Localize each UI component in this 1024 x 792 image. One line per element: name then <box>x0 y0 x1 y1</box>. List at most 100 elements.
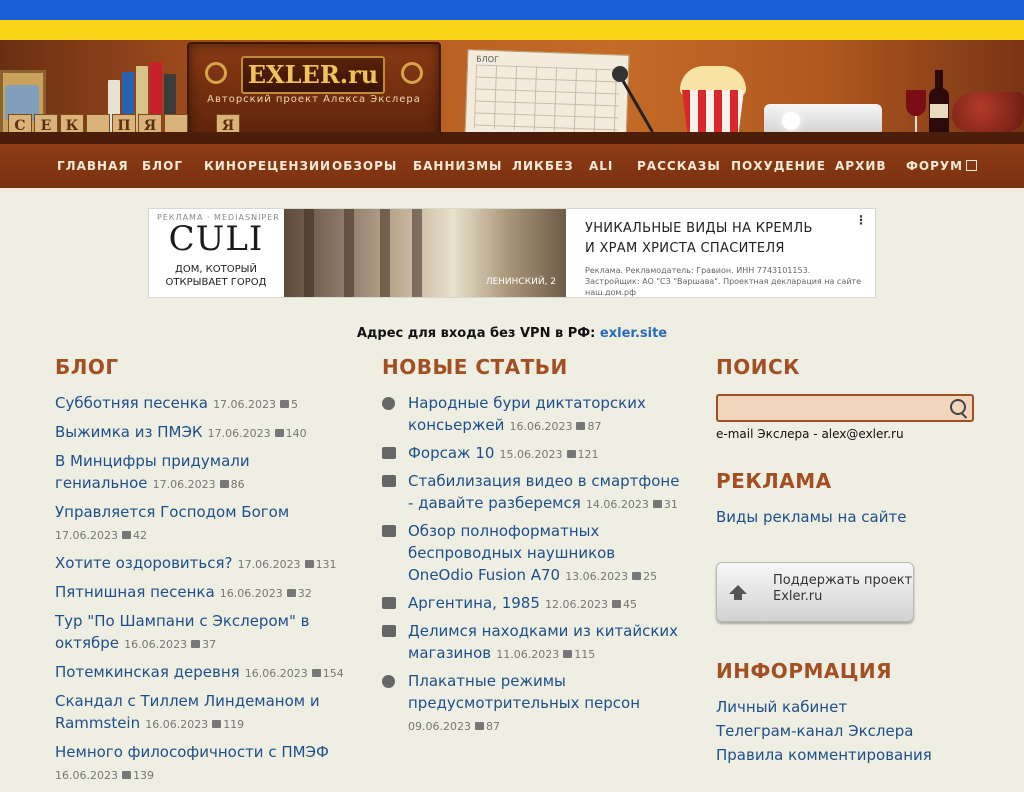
nav-item-weight-loss[interactable]: ПОХУДЕНИЕ <box>731 159 826 173</box>
blog-item-link[interactable]: Хотите оздоровиться? <box>55 554 232 572</box>
blog-item-link[interactable]: Немного философичности с ПМЭФ <box>55 743 329 761</box>
blog-item-comments[interactable]: 86 <box>231 478 245 491</box>
comment-icon <box>274 429 284 437</box>
ad-slogan-line: ОТКРЫВАЕТ ГОРОД <box>165 277 267 288</box>
comment-icon <box>632 572 642 580</box>
blog-item-comments[interactable]: 154 <box>323 667 344 680</box>
nav-item-likbez[interactable]: ЛИКБЕЗ <box>512 159 574 173</box>
blog-title: БЛОГ <box>55 355 119 379</box>
nav-item-stories[interactable]: РАССКАЗЫ <box>637 159 721 173</box>
blog-item-comments[interactable]: 37 <box>202 638 216 651</box>
nav-item-forum-wrap[interactable]: ФОРУМ <box>906 159 978 173</box>
blog-item-meta: 17.06.2023 42 <box>55 529 147 542</box>
blog-item-link[interactable]: Управляется Господом Богом <box>55 503 289 521</box>
ring-icon <box>205 62 227 84</box>
blog-item-date: 17.06.2023 <box>152 478 216 491</box>
news-item-link[interactable]: Плакатные режимы предусмотрительных перс… <box>408 672 640 712</box>
comment-icon <box>474 722 484 730</box>
news-item: Стабилизация видео в смартфоне - давайте… <box>382 470 682 515</box>
ad-fine-print: Реклама. Рекламодатель: Гравион. ИНН 774… <box>585 266 861 297</box>
blog-item-comments[interactable]: 139 <box>133 769 154 782</box>
news-item-comments[interactable]: 87 <box>587 420 601 433</box>
blog-item-date: 16.06.2023 <box>55 769 118 782</box>
info-title: ИНФОРМАЦИЯ <box>716 659 893 683</box>
comment-icon <box>121 771 131 779</box>
ham-icon <box>952 92 1024 132</box>
news-item-link[interactable]: Аргентина, 1985 <box>408 594 540 612</box>
blog-item-date: 16.06.2023 <box>219 587 283 600</box>
ads-title: РЕКЛАМА <box>716 469 832 493</box>
comment-icon <box>304 560 314 568</box>
ad-slogan-line: ДОМ, КОТОРЫЙ <box>175 264 257 275</box>
news-item-link[interactable]: Форсаж 10 <box>408 444 494 462</box>
blog-item-link[interactable]: Субботняя песенка <box>55 394 208 412</box>
nav-item-forum[interactable]: ФОРУМ <box>906 159 963 173</box>
comment-icon <box>576 422 586 430</box>
blog-item: Хотите оздоровиться? 17.06.2023 131 <box>55 552 345 575</box>
nav-item-overviews[interactable]: ОБЗОРЫ <box>332 159 397 173</box>
nav-item-bannisms[interactable]: БАННИЗМЫ <box>413 159 502 173</box>
comment-icon <box>212 720 222 728</box>
blog-item-date: 17.06.2023 <box>237 558 301 571</box>
comment-icon <box>311 669 321 677</box>
nav-item-archive[interactable]: АРХИВ <box>835 159 887 173</box>
support-project-button[interactable]: Поддержать проект Exler.ru <box>716 562 914 622</box>
blog-item-comments[interactable]: 42 <box>133 529 147 542</box>
ad-photo-column <box>412 209 422 297</box>
support-label: Поддержать проект Exler.ru <box>773 573 913 605</box>
blog-item-link[interactable]: Пятнишная песенка <box>55 583 215 601</box>
blog-item-link[interactable]: Выжимка из ПМЭК <box>55 423 203 441</box>
search-icon[interactable] <box>950 399 966 415</box>
header-shelf <box>0 132 1024 144</box>
film-icon <box>382 597 396 609</box>
news-item-comments[interactable]: 87 <box>486 720 500 733</box>
info-link-cabinet[interactable]: Личный кабинет <box>716 698 847 716</box>
nav-item-blog[interactable]: БЛОГ <box>142 159 183 173</box>
news-item-comments[interactable]: 31 <box>664 498 678 511</box>
blog-item-comments[interactable]: 32 <box>298 587 312 600</box>
ad-banner[interactable]: РЕКЛАМА · MEDIASNIPER CULI ДОМ, КОТОРЫЙ … <box>148 208 876 298</box>
news-item-comments[interactable]: 121 <box>578 448 599 461</box>
vpn-link[interactable]: exler.site <box>600 326 667 341</box>
comment-icon <box>652 500 662 508</box>
blog-item-date: 17.06.2023 <box>55 529 118 542</box>
smiley-icon <box>382 397 395 410</box>
nav-item-ali[interactable]: ALI <box>589 159 613 173</box>
news-item-meta: 12.06.2023 45 <box>545 598 637 611</box>
news-item: Форсаж 10 15.06.2023 121 <box>382 442 682 465</box>
search-input[interactable] <box>716 394 974 422</box>
blog-item-comments[interactable]: 119 <box>223 718 244 731</box>
blog-item-date: 16.06.2023 <box>145 718 209 731</box>
email-text: e-mail Экслера - alex@exler.ru <box>716 427 904 441</box>
news-item-meta: 11.06.2023 115 <box>496 648 595 661</box>
ad-photo-column <box>304 209 314 297</box>
blog-item: Скандал с Тиллем Линдеманом и Rammstein … <box>55 690 345 735</box>
news-title: НОВЫЕ СТАТЬИ <box>382 355 568 379</box>
blog-item-link[interactable]: Потемкинская деревня <box>55 663 240 681</box>
search-title: ПОИСК <box>716 355 801 379</box>
info-link-rules[interactable]: Правила комментирования <box>716 746 932 764</box>
vpn-notice: Адрес для входа без VPN в РФ: exler.site <box>0 326 1024 341</box>
microphone-icon <box>612 66 628 82</box>
blog-item-date: 16.06.2023 <box>244 667 308 680</box>
blog-item-comments[interactable]: 5 <box>291 398 298 411</box>
ad-menu-icon[interactable]: ⋮ <box>855 213 867 227</box>
info-link-telegram[interactable]: Телеграм-канал Экслера <box>716 722 913 740</box>
blog-item-meta: 16.06.2023 154 <box>245 667 344 680</box>
blog-item: Потемкинская деревня 16.06.2023 154 <box>55 661 345 684</box>
wine-bottle-label <box>930 104 948 118</box>
ads-link[interactable]: Виды рекламы на сайте <box>716 508 906 526</box>
nav-item-reviews[interactable]: КИНОРЕЦЕНЗИИ <box>204 159 331 173</box>
blog-item-comments[interactable]: 140 <box>286 427 307 440</box>
news-item-date: 11.06.2023 <box>496 648 560 661</box>
news-item-date: 14.06.2023 <box>585 498 649 511</box>
nav-item-home[interactable]: ГЛАВНАЯ <box>57 159 129 173</box>
news-item: Плакатные режимы предусмотрительных перс… <box>382 670 682 737</box>
news-item-comments[interactable]: 25 <box>643 570 657 583</box>
comment-icon <box>286 589 296 597</box>
blog-item-comments[interactable]: 131 <box>316 558 337 571</box>
blog-item-date: 17.06.2023 <box>207 427 271 440</box>
news-item-comments[interactable]: 115 <box>574 648 595 661</box>
news-item-comments[interactable]: 45 <box>623 598 637 611</box>
ad-photo-caption: ЛЕНИНСКИЙ, 2 <box>485 277 556 287</box>
